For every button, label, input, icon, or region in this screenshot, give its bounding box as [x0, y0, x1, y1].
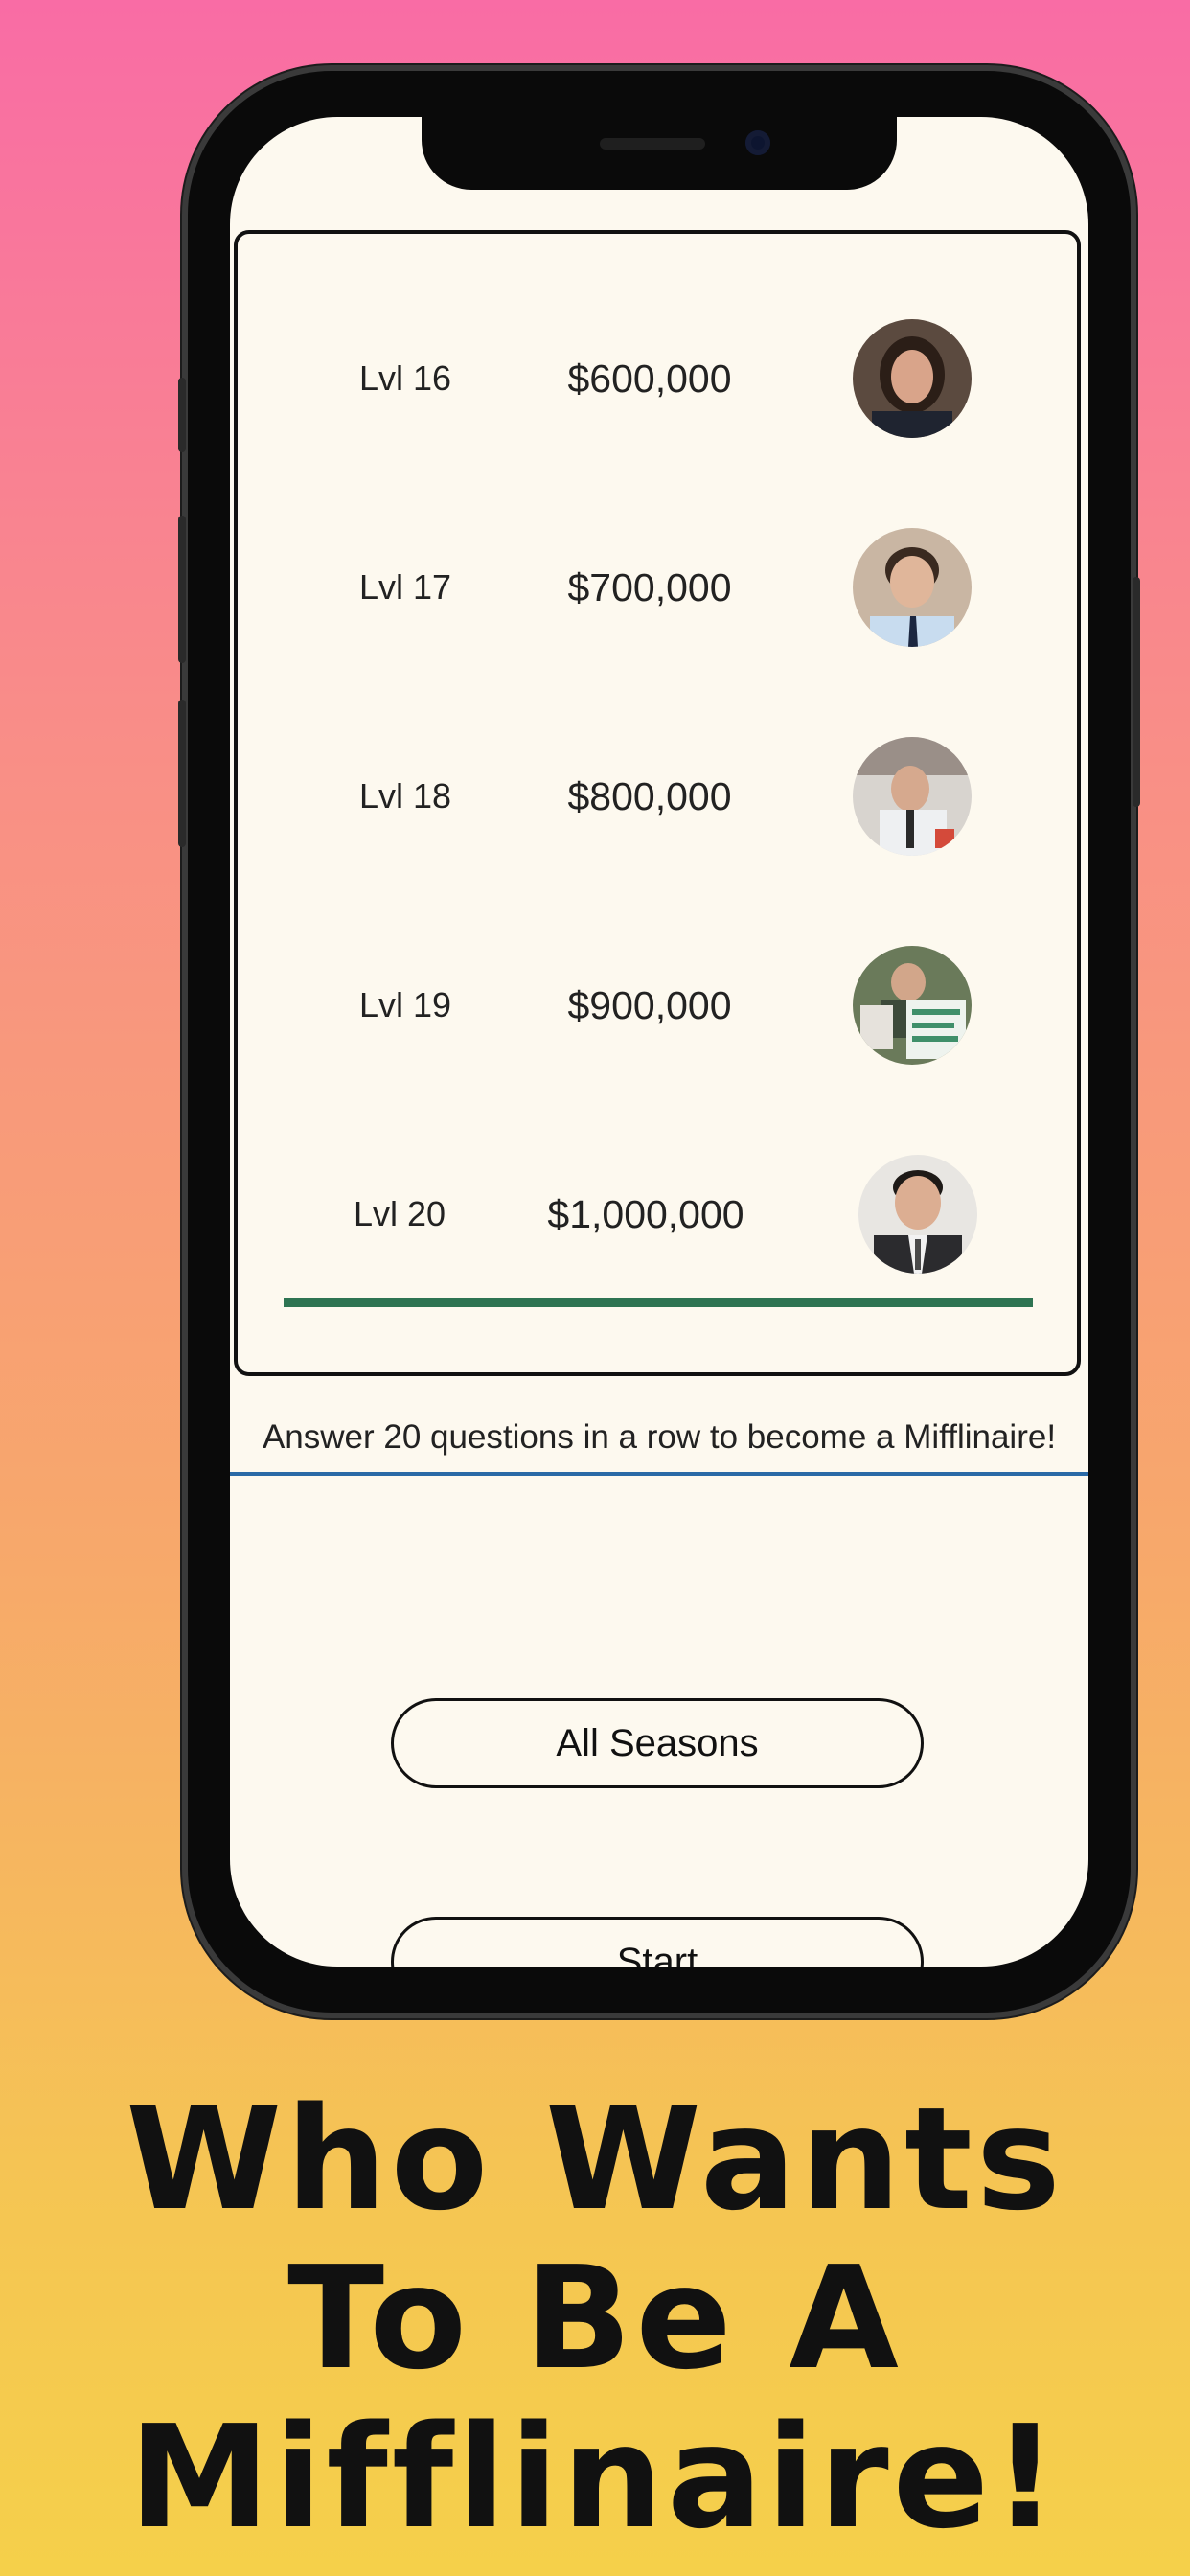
character-avatar-icon [858, 1155, 977, 1274]
divider [230, 1472, 1088, 1476]
app-screen: Lvl 16 $600,000 Lvl 17 $700,000 Lvl 18 $… [230, 117, 1088, 1966]
level-label: Lvl 17 [358, 567, 452, 607]
speaker-grille [600, 138, 705, 150]
level-row: Lvl 17 $700,000 [238, 525, 1077, 650]
title-line: Mifflinaire! [128, 2395, 1062, 2560]
level-row: Lvl 18 $800,000 [238, 734, 1077, 859]
level-label: Lvl 18 [358, 776, 452, 816]
prize-amount: $700,000 [567, 565, 732, 610]
phone-frame: Lvl 16 $600,000 Lvl 17 $700,000 Lvl 18 $… [178, 71, 1140, 2012]
progress-line [284, 1298, 1033, 1307]
season-select-button[interactable]: All Seasons [391, 1698, 924, 1788]
tagline: Answer 20 questions in a row to become a… [262, 1418, 1057, 1456]
level-row: Lvl 19 $900,000 [238, 943, 1077, 1068]
start-button[interactable]: Start [391, 1917, 924, 1966]
prize-ladder: Lvl 16 $600,000 Lvl 17 $700,000 Lvl 18 $… [234, 230, 1081, 1376]
character-avatar-icon [853, 319, 972, 438]
power-button [1133, 577, 1140, 807]
volume-up-button [178, 516, 186, 663]
level-row: Lvl 16 $600,000 [238, 316, 1077, 441]
level-row: Lvl 20 $1,000,000 [238, 1152, 1077, 1276]
notch [422, 117, 897, 190]
app-title: Who Wants To Be A Mifflinaire! [0, 2080, 1190, 2557]
prize-amount: $800,000 [567, 774, 732, 818]
character-avatar-icon [853, 946, 972, 1065]
silent-switch [178, 378, 186, 452]
title-line: Who Wants [126, 2077, 1064, 2242]
character-avatar-icon [853, 737, 972, 856]
level-label: Lvl 20 [353, 1194, 446, 1233]
volume-down-button [178, 700, 186, 847]
level-label: Lvl 19 [358, 985, 452, 1024]
front-camera-icon [745, 130, 770, 155]
character-avatar-icon [853, 528, 972, 647]
prize-amount: $1,000,000 [547, 1192, 744, 1236]
prize-amount: $600,000 [567, 356, 732, 401]
level-label: Lvl 16 [358, 358, 452, 398]
prize-amount: $900,000 [567, 983, 732, 1027]
title-line: To Be A [287, 2236, 903, 2401]
